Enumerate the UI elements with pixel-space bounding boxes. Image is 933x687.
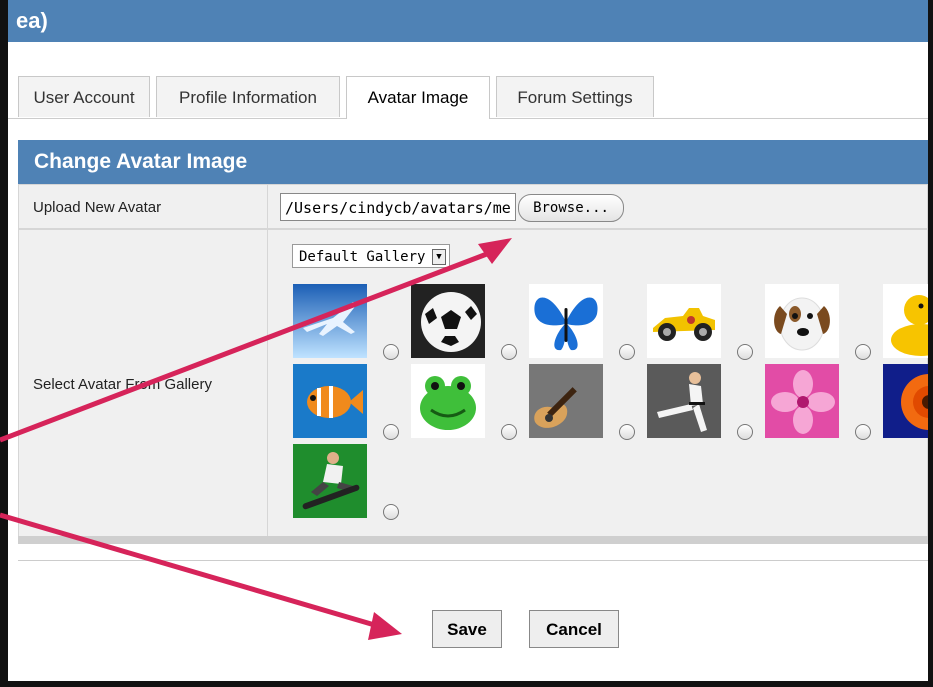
avatar-radio-fish[interactable] — [383, 424, 399, 440]
avatar-radio-race-car[interactable] — [737, 344, 753, 360]
avatar-flower-orange[interactable] — [883, 364, 928, 438]
save-button[interactable]: Save — [432, 610, 502, 648]
file-path-field[interactable]: /Users/cindycb/avatars/me — [280, 193, 516, 221]
gallery-select[interactable]: Default Gallery ▼ — [292, 244, 450, 268]
cancel-button[interactable]: Cancel — [529, 610, 619, 648]
avatar-rubber-duck[interactable] — [883, 284, 928, 358]
gallery-select-value: Default Gallery — [299, 249, 426, 265]
avatar-radio-frog[interactable] — [501, 424, 517, 440]
gallery-cell: Default Gallery ▼ — [267, 229, 928, 538]
browse-button[interactable]: Browse... — [518, 194, 624, 222]
avatar-soccer-ball[interactable] — [411, 284, 485, 358]
section-heading: Change Avatar Image — [18, 140, 928, 184]
avatar-radio-skateboarder[interactable] — [383, 504, 399, 520]
chevron-down-icon: ▼ — [432, 249, 446, 265]
avatar-butterfly[interactable] — [529, 284, 603, 358]
gallery-label: Select Avatar From Gallery — [18, 229, 268, 538]
page-title: ea) — [8, 0, 928, 42]
upload-cell: /Users/cindycb/avatars/me Browse... — [267, 184, 928, 229]
avatar-radio-butterfly[interactable] — [619, 344, 635, 360]
tab-bar: User Account Profile Information Avatar … — [8, 76, 928, 119]
avatar-frog[interactable] — [411, 364, 485, 438]
avatar-radio-soccer-ball[interactable] — [501, 344, 517, 360]
avatar-radio-karate[interactable] — [737, 424, 753, 440]
avatar-karate[interactable] — [647, 364, 721, 438]
avatar-radio-dog[interactable] — [855, 344, 871, 360]
tab-user-account[interactable]: User Account — [18, 76, 150, 117]
form-bottom-divider — [18, 536, 928, 544]
upload-label: Upload New Avatar — [18, 184, 268, 229]
avatar-skateboarder[interactable] — [293, 444, 367, 518]
avatar-radio-flower-pink[interactable] — [855, 424, 871, 440]
avatar-radio-airplane[interactable] — [383, 344, 399, 360]
avatar-race-car[interactable] — [647, 284, 721, 358]
avatar-settings-window: ea) User Account Profile Information Ava… — [8, 0, 928, 681]
tab-avatar-image[interactable]: Avatar Image — [346, 76, 490, 119]
avatar-guitar[interactable] — [529, 364, 603, 438]
avatar-airplane[interactable] — [293, 284, 367, 358]
avatar-flower-pink[interactable] — [765, 364, 839, 438]
separator-line — [18, 560, 928, 561]
avatar-dog[interactable] — [765, 284, 839, 358]
avatar-radio-guitar[interactable] — [619, 424, 635, 440]
tab-forum-settings[interactable]: Forum Settings — [496, 76, 654, 117]
tab-profile-information[interactable]: Profile Information — [156, 76, 340, 117]
avatar-fish[interactable] — [293, 364, 367, 438]
